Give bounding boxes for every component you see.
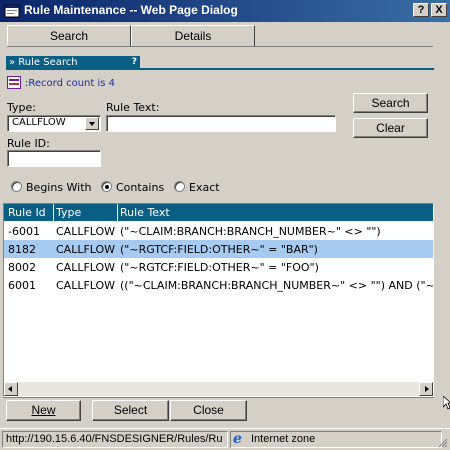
table-row[interactable]: -6001 CALLFLOW ("~CLAIM:BRANCH:BRANCH_NU… <box>4 222 433 240</box>
tab-details[interactable]: Details <box>131 25 255 47</box>
section-underline <box>6 68 434 70</box>
column-separator[interactable] <box>117 204 118 221</box>
column-header-rule-text[interactable]: Rule Text <box>120 206 170 219</box>
grid-header: Rule Id Type Rule Text <box>4 204 433 221</box>
cell-rule-id: 8002 <box>8 261 36 274</box>
search-button[interactable]: Search <box>353 93 428 113</box>
results-grid[interactable]: Rule Id Type Rule Text -6001 CALLFLOW ("… <box>3 203 434 397</box>
tab-divider <box>7 46 433 47</box>
radio-exact[interactable] <box>174 181 185 192</box>
window-title: Rule Maintenance -- Web Page Dialog <box>24 3 238 17</box>
scroll-left-arrow-icon[interactable] <box>4 382 18 396</box>
close-button[interactable]: Close <box>170 400 247 421</box>
search-button-label: Search <box>371 96 410 110</box>
zone-label: Internet zone <box>251 433 316 445</box>
cell-rule-text: ("~RGTCF:FIELD:OTHER~" = "BAR") <box>120 243 318 256</box>
cell-rule-text: ("~CLAIM:BRANCH:BRANCH_NUMBER~" <> "") <box>120 225 381 238</box>
column-header-type[interactable]: Type <box>56 206 81 219</box>
close-button-label: Close <box>193 403 224 417</box>
dialog-icon <box>4 4 20 18</box>
cell-rule-id: -6001 <box>8 225 40 238</box>
help-button[interactable]: ? <box>413 3 429 17</box>
cell-rule-id: 6001 <box>8 279 36 292</box>
select-button[interactable]: Select <box>92 400 169 421</box>
grid-bottom-divider <box>3 397 434 398</box>
type-label: Type: <box>7 101 36 114</box>
cell-type: CALLFLOW <box>56 261 116 274</box>
new-button-label: New <box>31 403 56 417</box>
resize-grip-icon[interactable] <box>438 438 448 448</box>
radio-contains-label: Contains <box>116 181 165 194</box>
radio-begins-with-label: Begins With <box>26 181 92 194</box>
cell-type: CALLFLOW <box>56 225 116 238</box>
clear-button-label: Clear <box>376 121 405 135</box>
column-separator[interactable] <box>53 204 54 221</box>
table-row[interactable]: 6001 CALLFLOW (("~CLAIM:BRANCH:BRANCH_NU… <box>4 276 433 294</box>
radio-begins-with[interactable] <box>11 181 22 192</box>
rule-text-label: Rule Text: <box>106 101 160 114</box>
tab-search[interactable]: Search <box>7 25 131 47</box>
cell-type: CALLFLOW <box>56 243 116 256</box>
radio-contains[interactable] <box>101 181 112 192</box>
mouse-pointer-icon <box>443 396 450 410</box>
record-count: :Record count is 4 <box>25 78 116 89</box>
status-url: http://190.15.6.40/FNSDESIGNER/Rules/Ru <box>2 431 228 448</box>
cell-rule-text: (("~CLAIM:BRANCH:BRANCH_NUMBER~" <> "") … <box>120 279 434 292</box>
section-title: » Rule Search <box>9 57 78 68</box>
type-select-value: CALLFLOW <box>12 117 66 128</box>
table-row-selected[interactable]: 8182 CALLFLOW ("~RGTCF:FIELD:OTHER~" = "… <box>4 240 433 258</box>
column-header-rule-id[interactable]: Rule Id <box>8 206 46 219</box>
clear-button[interactable]: Clear <box>353 118 428 138</box>
type-select[interactable]: CALLFLOW <box>7 115 101 132</box>
radio-exact-label: Exact <box>189 181 220 194</box>
rule-id-label: Rule ID: <box>7 137 50 150</box>
status-bar: http://190.15.6.40/FNSDESIGNER/Rules/Ru … <box>0 428 450 450</box>
close-window-button[interactable]: X <box>431 3 447 17</box>
rule-text-input[interactable] <box>106 115 336 132</box>
cell-rule-text: ("~RGTCF:FIELD:OTHER~" = "FOO") <box>120 261 319 274</box>
cell-type: CALLFLOW <box>56 279 116 292</box>
select-button-label: Select <box>113 403 148 417</box>
rule-id-input[interactable] <box>7 150 101 167</box>
internet-explorer-icon: e <box>233 431 242 447</box>
record-icon <box>7 76 21 89</box>
security-zone: e Internet zone <box>230 431 442 448</box>
new-button[interactable]: New <box>6 400 81 421</box>
horizontal-scrollbar[interactable] <box>4 382 433 396</box>
scroll-right-arrow-icon[interactable] <box>419 382 433 396</box>
table-row[interactable]: 8002 CALLFLOW ("~RGTCF:FIELD:OTHER~" = "… <box>4 258 433 276</box>
cell-rule-id: 8182 <box>8 243 36 256</box>
chevron-down-icon[interactable] <box>85 117 99 130</box>
title-bar[interactable]: Rule Maintenance -- Web Page Dialog ? X <box>0 0 450 22</box>
